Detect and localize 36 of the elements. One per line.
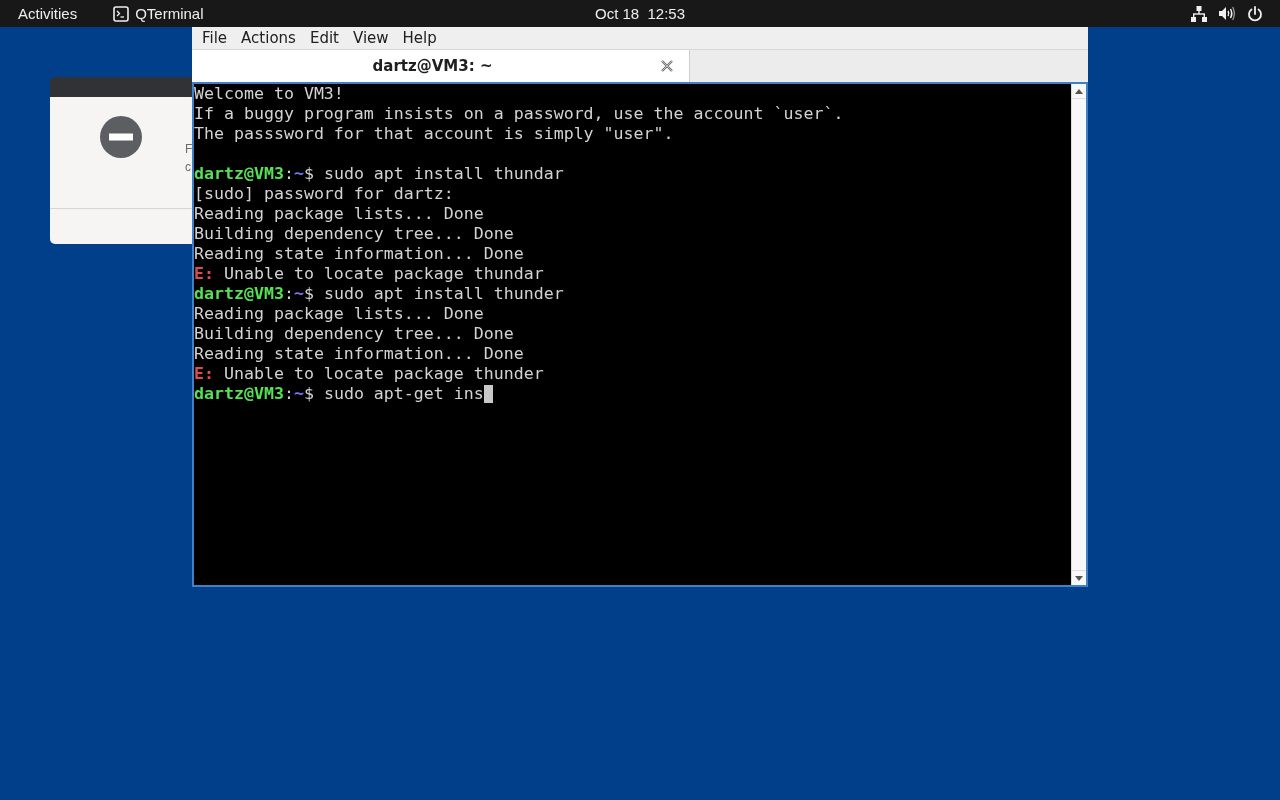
menu-item[interactable]: Edit xyxy=(302,29,346,47)
output-line: Reading state information... Done xyxy=(194,344,524,364)
error-line: E: Unable to locate package thundar xyxy=(194,264,544,284)
scrollbar-track[interactable] xyxy=(1071,84,1086,585)
prompt-line: dartz@VM3:~$ sudo apt install thundar xyxy=(194,164,564,184)
volume-icon[interactable] xyxy=(1219,6,1235,21)
network-icon[interactable] xyxy=(1191,5,1207,22)
output-line: Reading state information... Done xyxy=(194,244,524,264)
output-line: If a buggy program insists on a password, use the account `user`. xyxy=(194,104,844,124)
terminal-tab[interactable]: dartz@VM3: ~ xyxy=(192,50,690,82)
terminal-icon xyxy=(113,5,130,22)
clock[interactable]: Oct 18 12:53 xyxy=(594,5,686,22)
dialog-text: c xyxy=(185,160,192,175)
menu-item[interactable]: Help xyxy=(395,29,444,47)
activities-button[interactable]: Activities xyxy=(18,5,78,22)
output-line: Welcome to VM3! xyxy=(194,84,344,104)
menu-item[interactable]: File xyxy=(195,29,235,47)
output-line: [sudo] password for dartz: xyxy=(194,184,454,204)
output-line: Building dependency tree... Done xyxy=(194,324,514,344)
menu-item[interactable]: View xyxy=(345,29,396,47)
output-line: Reading package lists... Done xyxy=(194,204,484,224)
output-line: The passsword for that account is simply "user". xyxy=(194,124,674,144)
error-line: E: Unable to locate package thunder xyxy=(194,364,544,384)
output-line: Reading package lists... Done xyxy=(194,304,484,324)
scroll-up-arrow-icon[interactable] xyxy=(1075,88,1083,94)
scroll-down-arrow-icon[interactable] xyxy=(1075,575,1083,581)
prompt-line: dartz@VM3:~$ sudo apt install thunder xyxy=(194,284,564,304)
dialog-text: F xyxy=(185,142,193,157)
close-tab-button[interactable] xyxy=(661,60,673,72)
power-icon[interactable] xyxy=(1247,5,1263,22)
app-menu-button[interactable]: QTerminal xyxy=(135,5,204,22)
minus-circle-icon xyxy=(100,116,142,158)
close-icon xyxy=(661,60,673,72)
prompt-line: dartz@VM3:~$ sudo apt-get ins xyxy=(194,384,484,404)
menu-item[interactable]: Actions xyxy=(234,29,303,47)
output-line: Building dependency tree... Done xyxy=(194,224,514,244)
